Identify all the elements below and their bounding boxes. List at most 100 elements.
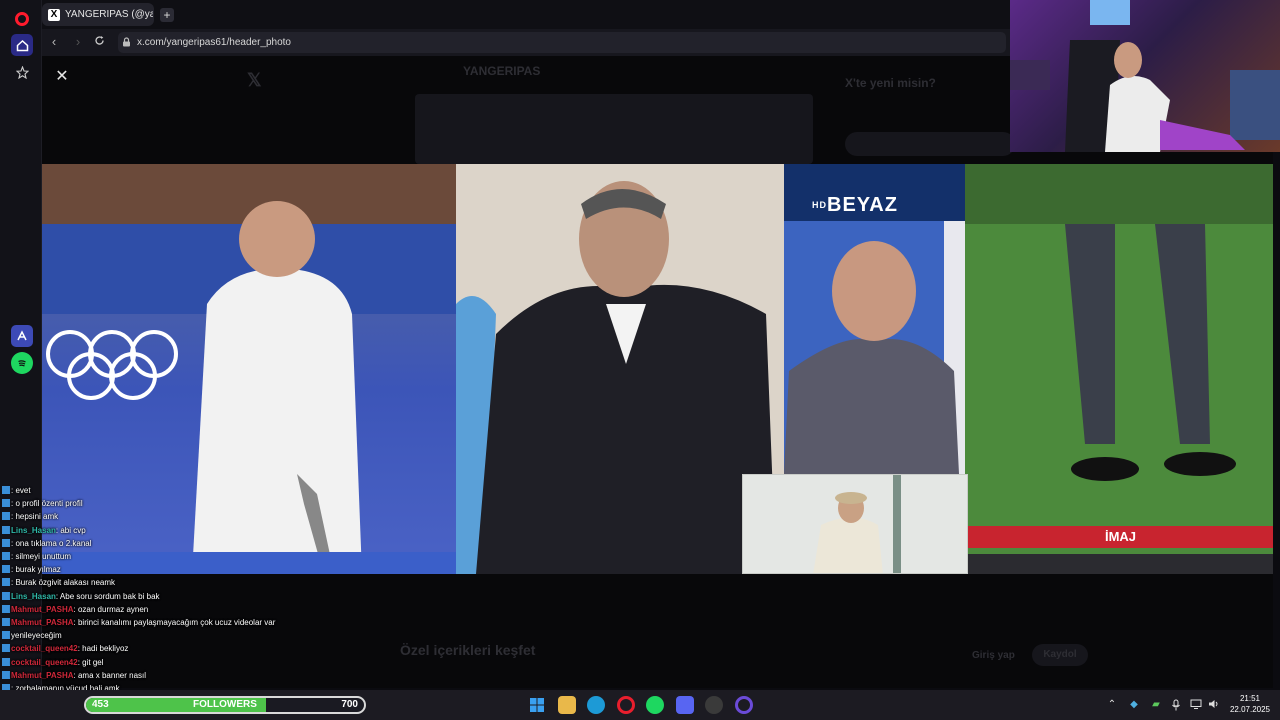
tv-channel-logo: HDBEYAZ (812, 194, 898, 217)
chat-message: : evet (2, 484, 31, 497)
chat-username: Mahmut_PASHA (11, 618, 74, 627)
discord-icon[interactable] (676, 696, 694, 714)
file-explorer-icon[interactable] (558, 696, 576, 714)
background-login-button: Giriş yap (972, 650, 1015, 661)
chat-badge-icon (2, 578, 10, 587)
chat-message: : hepsini amk (2, 510, 58, 523)
chat-message: Lins_Hasan: Abe soru sordum bak bi bak (2, 590, 160, 603)
chat-text: : birinci kanalımı paylaşmayacağım çok u… (73, 618, 276, 627)
stream-chat-overlay: : evet : o profil özenti profil : hepsini … (0, 484, 300, 693)
photo-panel-football-pitch-shoes (965, 164, 1273, 574)
chat-text: : silmeyi unuttum (11, 552, 72, 561)
background-footer-text: Özel içerikleri keşfet (400, 642, 536, 658)
photo-panel-man-in-suit (456, 164, 784, 574)
chat-message: cocktail_queen42: git gel (2, 656, 104, 669)
tab-title: YANGERİPAS (@yangeripa (65, 9, 153, 20)
chat-text: : ozan durmaz aynen (73, 604, 149, 614)
chat-badge-icon (2, 565, 10, 574)
chat-text: : abi cvp (55, 525, 86, 535)
chat-username: Lins_Hasan (11, 591, 56, 601)
tv-logo-text: BEYAZ (827, 194, 898, 216)
chat-text: : ona tıklama o 2.kanal (11, 538, 92, 548)
chat-text: : hepsini amk (11, 512, 59, 522)
clock-date: 22.07.2025 (1229, 705, 1271, 714)
chat-badge-icon (2, 552, 10, 560)
chat-text: : ama x banner nasıl (73, 670, 147, 680)
chat-message: yenileyeceğim (2, 629, 62, 642)
security-tray-icon[interactable]: ◆ (1128, 699, 1140, 711)
pinboard-icon[interactable] (11, 61, 33, 83)
chat-message: Mahmut_PASHA: birinci kanalımı paylaşmay… (2, 616, 275, 629)
aria-ai-icon[interactable] (11, 325, 33, 347)
chat-message: cocktail_queen42: hadi bekliyoz (2, 642, 128, 655)
spotify-sidebar-icon[interactable] (11, 352, 33, 374)
photo-inset-man-in-cap (742, 474, 968, 574)
forward-icon[interactable]: › (70, 34, 86, 50)
background-register-button: Kaydol (1032, 644, 1088, 666)
chat-username: Mahmut_PASHA (11, 670, 74, 680)
obs-icon[interactable] (705, 696, 723, 714)
tv-logo-prefix: HD (812, 200, 827, 210)
followers-goal: 700 (341, 699, 358, 710)
address-bar: ‹ › x.com/yangeripas61/header_photo (42, 29, 1010, 56)
chat-badge-icon (2, 644, 10, 653)
new-tab-button[interactable]: + (160, 8, 174, 22)
network-icon[interactable] (1190, 699, 1202, 711)
browser-tab[interactable]: X YANGERİPAS (@yangeripa (42, 3, 154, 26)
chat-badge-icon (2, 631, 10, 640)
opera-gx-icon[interactable] (735, 696, 753, 714)
chat-text: : git gel (77, 657, 104, 667)
windows-start-icon[interactable] (528, 696, 546, 714)
chat-message: : o profil özenti profil (2, 497, 83, 510)
chat-text: : evet (11, 486, 31, 495)
chat-badge-icon (2, 512, 10, 521)
close-modal-button[interactable]: ✕ (53, 68, 71, 86)
x-logo-icon-background: 𝕏 (247, 70, 262, 90)
background-signup-button (845, 132, 1015, 156)
chat-badge-icon (2, 657, 10, 666)
tv-caption-bar: İMAJ (968, 526, 1273, 548)
photo-panel-tv-commentator (784, 221, 965, 474)
chat-text: : Abe soru sordum bak bi bak (55, 591, 160, 601)
background-banner (415, 94, 813, 164)
volume-icon[interactable] (1208, 699, 1220, 711)
home-icon[interactable] (11, 34, 33, 56)
background-profile-name: YANGERIPAS (463, 64, 541, 78)
chat-badge-icon (2, 670, 10, 679)
chat-message: Lins_Hasan: abi cvp (2, 524, 86, 537)
url-field[interactable]: x.com/yangeripas61/header_photo (118, 32, 1006, 53)
chat-text: : hadi bekliyoz (77, 644, 129, 654)
chat-text: : Burak özgivit alakası neamk (11, 578, 116, 588)
chat-badge-icon (2, 591, 10, 600)
chat-message: : ona tıklama o 2.kanal (2, 537, 92, 550)
followers-goal-bar: 453 FOLLOWERS 700 (84, 696, 366, 714)
opera-icon[interactable] (617, 696, 635, 714)
chat-username: cocktail_queen42 (11, 644, 78, 654)
chat-badge-icon (2, 604, 10, 613)
chat-text: yenileyeceğim (11, 631, 62, 641)
lock-icon (122, 34, 131, 52)
chat-message: Mahmut_PASHA: ama x banner nasıl (2, 669, 146, 682)
chat-text: : burak yılmaz (11, 565, 61, 575)
chat-message: : burak yılmaz (2, 563, 61, 576)
microphone-icon[interactable] (1170, 699, 1182, 711)
reload-icon[interactable] (91, 34, 107, 50)
chat-badge-icon (2, 618, 10, 626)
spotify-icon[interactable] (646, 696, 664, 714)
clock-time: 21:51 (1239, 694, 1261, 703)
url-text: x.com/yangeripas61/header_photo (137, 37, 291, 48)
edge-icon[interactable] (587, 696, 605, 714)
opera-logo-icon[interactable] (11, 8, 33, 30)
chat-message: : silmeyi unuttum (2, 550, 71, 563)
streamer-webcam (1010, 0, 1280, 152)
show-hidden-icons-chevron-icon[interactable]: ⌃ (1106, 699, 1118, 711)
x-logo-icon: X (48, 8, 60, 21)
back-icon[interactable]: ‹ (46, 34, 62, 50)
taskbar-clock[interactable]: 21:51 22.07.2025 (1228, 693, 1272, 715)
chat-username: Lins_Hasan (11, 525, 56, 535)
nvidia-tray-icon[interactable]: ▰ (1150, 699, 1162, 711)
chat-username: Mahmut_PASHA (11, 604, 74, 614)
background-signup-title: X'te yeni misin? (845, 76, 936, 90)
chat-badge-icon (2, 538, 10, 547)
chat-badge-icon (2, 486, 10, 494)
